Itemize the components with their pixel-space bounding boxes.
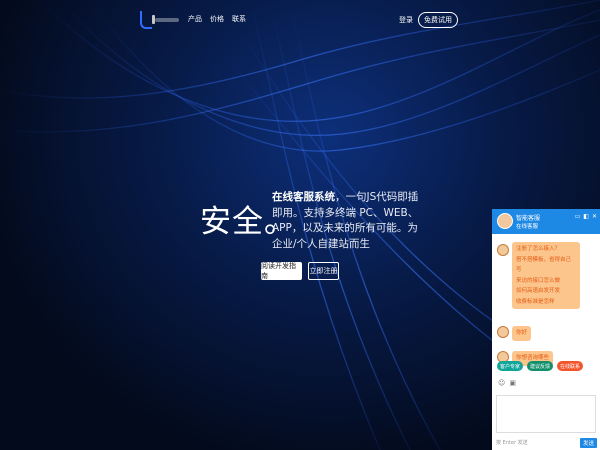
brand-logo[interactable]: [140, 11, 182, 29]
emoji-icon[interactable]: ☺: [498, 379, 505, 387]
faq-item[interactable]: 注册了怎么接入？: [516, 244, 576, 255]
faq-item[interactable]: 来访的接口怎么做: [516, 276, 576, 287]
menu-item-products[interactable]: 产品: [188, 14, 202, 24]
quick-button-contact[interactable]: 在线联系: [557, 361, 584, 371]
chat-widget: 智能客服 在线客服 ▭ ◧ ✕ 注册了怎么接入？ 搭不搭模板，省得自己写 来访的…: [492, 209, 600, 450]
menu-item-contact[interactable]: 联系: [232, 14, 246, 24]
chat-input[interactable]: [496, 395, 596, 433]
logo-wordmark: [155, 18, 179, 22]
agent-avatar: [497, 213, 513, 229]
hero-description-bold: 在线客服系统: [272, 191, 335, 203]
chat-header: 智能客服 在线客服 ▭ ◧ ✕: [492, 209, 600, 234]
bot-avatar: [497, 244, 509, 256]
faq-item[interactable]: 收费标准是怎样: [516, 297, 576, 308]
login-link[interactable]: 登录: [399, 15, 413, 25]
quick-button-feedback[interactable]: 建议反馈: [527, 361, 554, 371]
agent-name: 智能客服: [516, 215, 541, 222]
expand-icon[interactable]: ◧: [583, 213, 589, 220]
faq-item[interactable]: 如何高速启发开发: [516, 286, 576, 297]
hero-description: 在线客服系统，一句JS代码即插即用。支持多终端 PC、WEB、APP，以及未来的…: [272, 190, 422, 252]
free-trial-button[interactable]: 免费试用: [418, 12, 458, 28]
agent-status: 在线客服: [516, 224, 539, 230]
quick-buttons: 客户专家 建议反馈 在线联系: [497, 361, 584, 371]
close-icon[interactable]: ✕: [592, 213, 597, 220]
hello-message: 你好: [516, 330, 528, 336]
read-docs-button[interactable]: 阅读开发指南: [261, 262, 302, 280]
send-button[interactable]: 发送: [580, 438, 597, 448]
register-button[interactable]: 立即注册: [308, 262, 339, 280]
auth-links: 登录 免费试用: [399, 12, 458, 28]
hello-bubble: 你好: [512, 326, 532, 341]
minimize-icon[interactable]: ▭: [575, 213, 581, 220]
top-nav: 产品 价格 联系 登录 免费试用: [0, 0, 600, 40]
faq-bubble: 注册了怎么接入？ 搭不搭模板，省得自己写 来访的接口怎么做 如何高速启发开发 收…: [512, 242, 580, 309]
main-menu: 产品 价格 联系: [188, 14, 246, 24]
quick-button-expert[interactable]: 客户专家: [497, 361, 524, 371]
logo-mark-icon: [140, 11, 155, 29]
bot-avatar: [497, 326, 509, 338]
menu-item-pricing[interactable]: 价格: [210, 14, 224, 24]
chat-toolbar: ☺ ▣: [498, 379, 516, 387]
faq-item[interactable]: 搭不搭模板，省得自己写: [516, 255, 576, 276]
image-icon[interactable]: ▣: [509, 379, 516, 387]
input-hint: 按 Enter 发送: [496, 440, 528, 446]
chat-header-icons: ▭ ◧ ✕: [575, 213, 597, 220]
